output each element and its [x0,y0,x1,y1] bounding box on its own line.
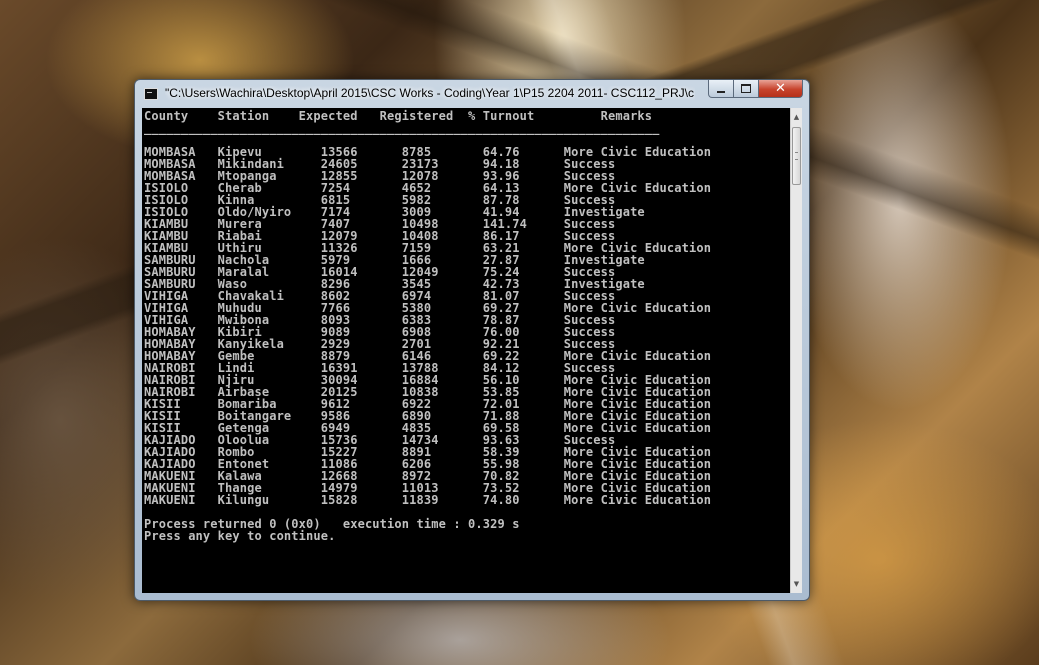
console-output[interactable]: County Station Expected Registered % Tur… [142,108,790,593]
console-icon[interactable] [144,88,158,100]
close-button[interactable]: ✕ [759,80,803,98]
console-rule: ________________________________________… [144,121,660,135]
console-row: MAKUENI Kilungu 15828 11839 74.80 More C… [144,493,712,507]
close-icon: ✕ [775,81,786,96]
scroll-down-icon[interactable]: ▼ [791,577,802,591]
maximize-button[interactable] [734,80,759,98]
continue-prompt: Press any key to continue. [144,529,336,543]
maximize-icon [741,84,751,93]
grip-icon [795,152,798,160]
title-bar[interactable]: "C:\Users\Wachira\Desktop\April 2015\CSC… [135,80,809,107]
scroll-up-icon[interactable]: ▲ [791,110,802,124]
window-title: "C:\Users\Wachira\Desktop\April 2015\CSC… [165,86,695,100]
scroll-thumb[interactable] [792,127,801,185]
minimize-button[interactable] [708,80,734,98]
vertical-scrollbar[interactable]: ▲ ▼ [790,108,802,593]
console-window[interactable]: "C:\Users\Wachira\Desktop\April 2015\CSC… [134,79,810,601]
console-text: County Station Expected Registered % Tur… [142,108,790,542]
minimize-icon [717,90,725,93]
caption-buttons: ✕ [708,80,803,99]
